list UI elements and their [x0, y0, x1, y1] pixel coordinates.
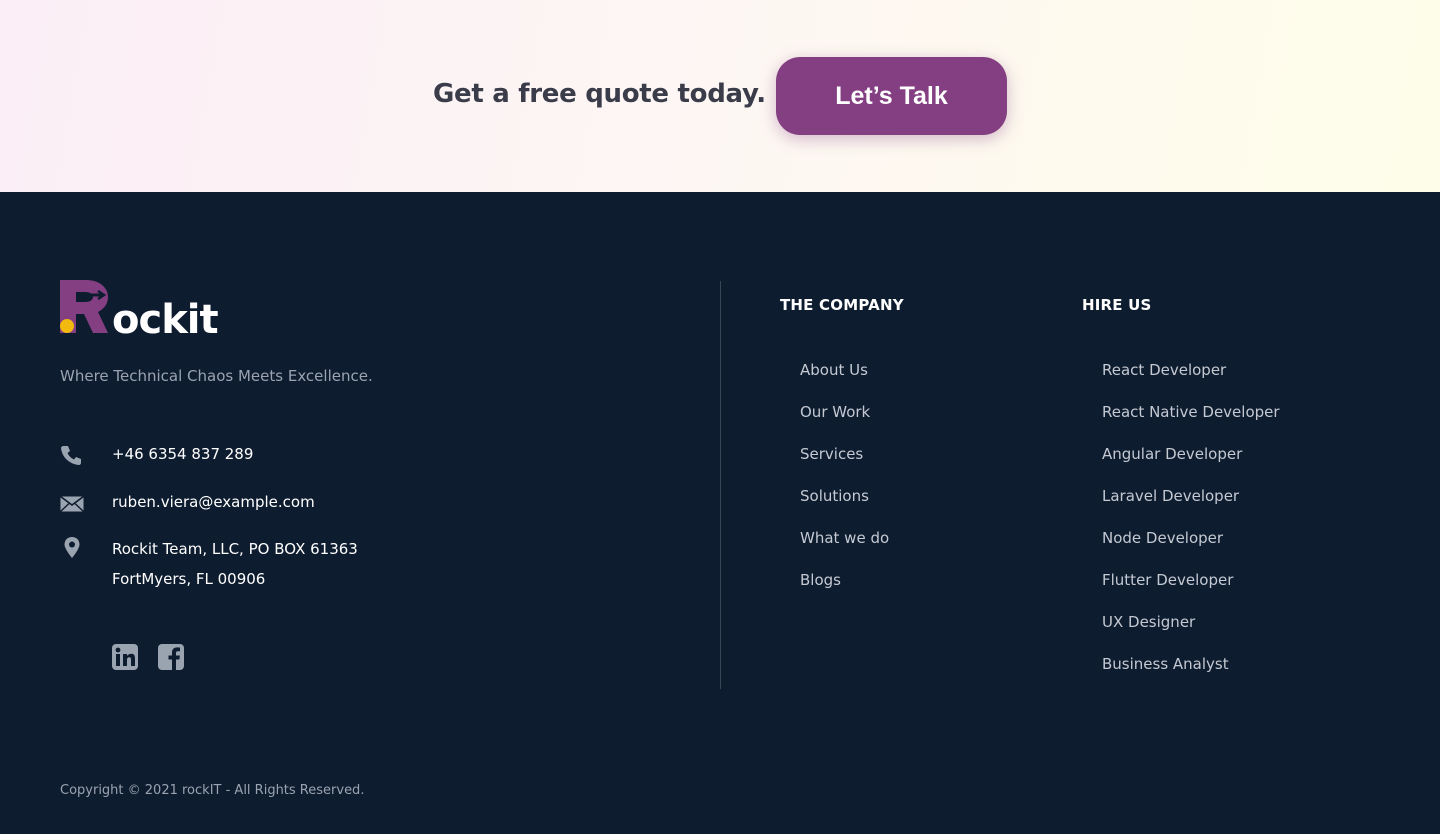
map-pin-icon: [60, 537, 84, 558]
phone-row: +46 6354 837 289: [60, 445, 253, 465]
hire-link[interactable]: Angular Developer: [1102, 444, 1280, 486]
email-address[interactable]: ruben.viera@example.com: [112, 487, 315, 517]
phone-icon: [60, 445, 84, 465]
social-links: [112, 644, 184, 670]
hire-link[interactable]: React Developer: [1102, 360, 1280, 402]
cta-band: Get a free quote today. Let’s Talk: [0, 0, 1440, 192]
company-link[interactable]: What we do: [800, 528, 889, 570]
company-link[interactable]: Services: [800, 444, 889, 486]
company-link[interactable]: Solutions: [800, 486, 889, 528]
company-link[interactable]: About Us: [800, 360, 889, 402]
company-link[interactable]: Our Work: [800, 402, 889, 444]
envelope-icon: [60, 494, 84, 514]
hire-link[interactable]: UX Designer: [1102, 612, 1280, 654]
company-heading: THE COMPANY: [780, 296, 904, 314]
rockit-logo[interactable]: ockit: [60, 280, 220, 336]
address-row: Rockit Team, LLC, PO BOX 61363 FortMyers…: [60, 537, 358, 588]
facebook-icon[interactable]: [158, 644, 184, 670]
hire-link[interactable]: Flutter Developer: [1102, 570, 1280, 612]
hire-heading: HIRE US: [1082, 296, 1152, 314]
footer-divider: [720, 281, 721, 689]
hire-link[interactable]: Node Developer: [1102, 528, 1280, 570]
hire-link[interactable]: React Native Developer: [1102, 402, 1280, 444]
lets-talk-button[interactable]: Let’s Talk: [776, 57, 1007, 135]
hire-links: React Developer React Native Developer A…: [1102, 360, 1280, 696]
footer: ockit Where Technical Chaos Meets Excell…: [0, 192, 1440, 834]
email-row: ruben.viera@example.com: [60, 493, 315, 514]
address-line-2: FortMyers, FL 00906: [112, 570, 266, 588]
linkedin-icon[interactable]: [112, 644, 138, 670]
svg-text:ockit: ockit: [112, 297, 219, 336]
hire-link[interactable]: Business Analyst: [1102, 654, 1280, 696]
hire-link[interactable]: Laravel Developer: [1102, 486, 1280, 528]
company-links: About Us Our Work Services Solutions Wha…: [800, 360, 889, 612]
company-link[interactable]: Blogs: [800, 570, 889, 612]
tagline: Where Technical Chaos Meets Excellence.: [60, 367, 373, 385]
phone-number[interactable]: +46 6354 837 289: [112, 439, 253, 469]
address-text: Rockit Team, LLC, PO BOX 61363 FortMyers…: [112, 534, 358, 594]
copyright: Copyright © 2021 rockIT - All Rights Res…: [60, 783, 365, 798]
address-line-1: Rockit Team, LLC, PO BOX 61363: [112, 540, 358, 558]
cta-text: Get a free quote today.: [433, 79, 766, 109]
